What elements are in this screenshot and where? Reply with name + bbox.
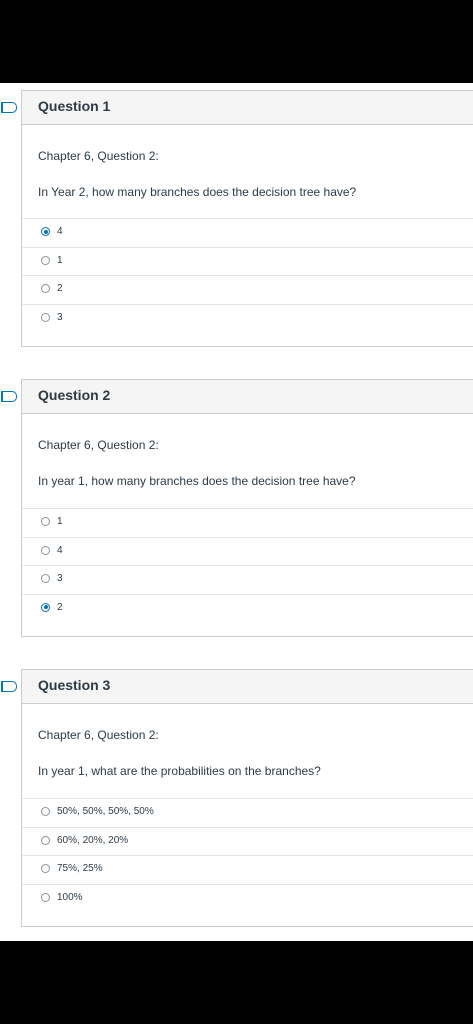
answer-option[interactable]: 50%, 50%, 50%, 50% bbox=[22, 798, 473, 827]
answer-label: 100% bbox=[57, 891, 83, 903]
answer-label: 2 bbox=[57, 283, 63, 294]
answer-option[interactable]: 75%, 25% bbox=[22, 855, 473, 884]
quiz-content: Question 1 Chapter 6, Question 2: In Yea… bbox=[0, 83, 473, 941]
radio-button[interactable] bbox=[41, 892, 50, 902]
answer-option[interactable]: 1 bbox=[22, 508, 473, 537]
question-2: Question 2 Chapter 6, Question 2: In yea… bbox=[1, 379, 473, 637]
answer-option[interactable]: 100% bbox=[22, 883, 473, 913]
radio-button[interactable] bbox=[41, 864, 50, 873]
answer-label: 1 bbox=[57, 516, 63, 527]
flag-question-icon[interactable] bbox=[1, 102, 17, 113]
question-title: Question 1 bbox=[38, 98, 111, 114]
radio-button[interactable] bbox=[41, 517, 50, 526]
flag-question-icon[interactable] bbox=[1, 391, 17, 402]
question-header: Question 1 bbox=[1, 91, 473, 125]
answer-option[interactable]: 3 bbox=[22, 565, 473, 594]
answer-label: 4 bbox=[57, 226, 63, 237]
question-text: In Year 2, how many branches does the de… bbox=[38, 185, 357, 199]
radio-button[interactable] bbox=[41, 545, 50, 555]
answer-option[interactable]: 2 bbox=[22, 593, 473, 623]
radio-button[interactable] bbox=[41, 255, 50, 265]
radio-button[interactable] bbox=[41, 574, 50, 583]
question-chapter: Chapter 6, Question 2: bbox=[38, 728, 159, 742]
answer-list: 50%, 50%, 50%, 50% 60%, 20%, 20% 75%, 25… bbox=[22, 798, 473, 912]
answer-option[interactable]: 4 bbox=[22, 536, 473, 566]
answer-label: 3 bbox=[57, 311, 63, 323]
question-header: Question 2 bbox=[1, 380, 473, 414]
radio-button[interactable] bbox=[41, 284, 50, 293]
question-3: Question 3 Chapter 6, Question 2: In yea… bbox=[1, 669, 473, 927]
answer-list: 4 1 2 3 bbox=[22, 218, 473, 332]
question-title: Question 3 bbox=[38, 677, 111, 693]
answer-label: 3 bbox=[57, 573, 63, 584]
answer-option[interactable]: 2 bbox=[22, 275, 473, 304]
answer-option[interactable]: 4 bbox=[22, 218, 473, 247]
answer-option[interactable]: 1 bbox=[22, 246, 473, 276]
answer-label: 75%, 25% bbox=[57, 863, 103, 874]
radio-button-checked[interactable] bbox=[41, 227, 50, 236]
radio-button[interactable] bbox=[41, 807, 50, 816]
flag-question-icon[interactable] bbox=[1, 681, 17, 692]
radio-button[interactable] bbox=[41, 312, 50, 322]
question-1: Question 1 Chapter 6, Question 2: In Yea… bbox=[1, 90, 473, 347]
question-chapter: Chapter 6, Question 2: bbox=[38, 438, 159, 452]
question-chapter: Chapter 6, Question 2: bbox=[38, 149, 159, 163]
answer-label: 60%, 20%, 20% bbox=[57, 834, 129, 846]
question-text: In year 1, what are the probabilities on… bbox=[38, 764, 321, 778]
answer-label: 50%, 50%, 50%, 50% bbox=[57, 806, 154, 817]
answer-option[interactable]: 3 bbox=[22, 303, 473, 333]
answer-label: 2 bbox=[57, 601, 63, 613]
question-header: Question 3 bbox=[1, 670, 473, 704]
radio-button-checked[interactable] bbox=[41, 602, 50, 612]
answer-option[interactable]: 60%, 20%, 20% bbox=[22, 826, 473, 856]
answer-label: 4 bbox=[57, 544, 63, 556]
answer-list: 1 4 3 2 bbox=[22, 508, 473, 622]
question-text: In year 1, how many branches does the de… bbox=[38, 474, 356, 488]
question-title: Question 2 bbox=[38, 387, 111, 403]
answer-label: 1 bbox=[57, 254, 63, 266]
radio-button[interactable] bbox=[41, 835, 50, 845]
